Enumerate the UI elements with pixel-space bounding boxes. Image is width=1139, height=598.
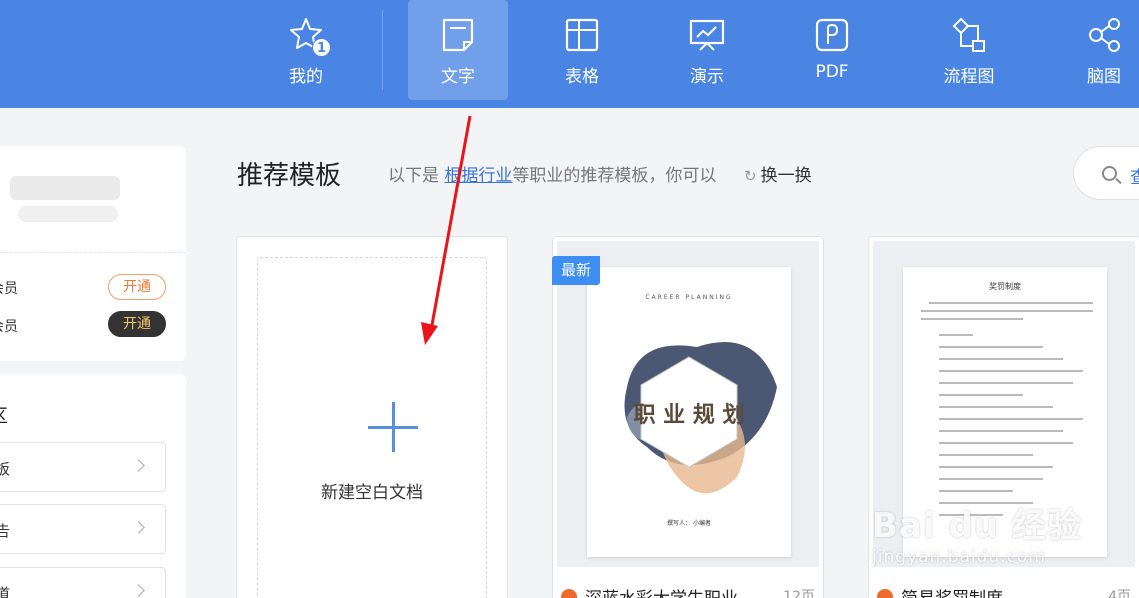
watermark-brand: Bai du 经验 xyxy=(872,506,1082,546)
baidu-jingyan-watermark: Bai du 经验 jingyan.baidu.com xyxy=(872,498,1082,567)
watermark-url: jingyan.baidu.com xyxy=(872,547,1046,567)
